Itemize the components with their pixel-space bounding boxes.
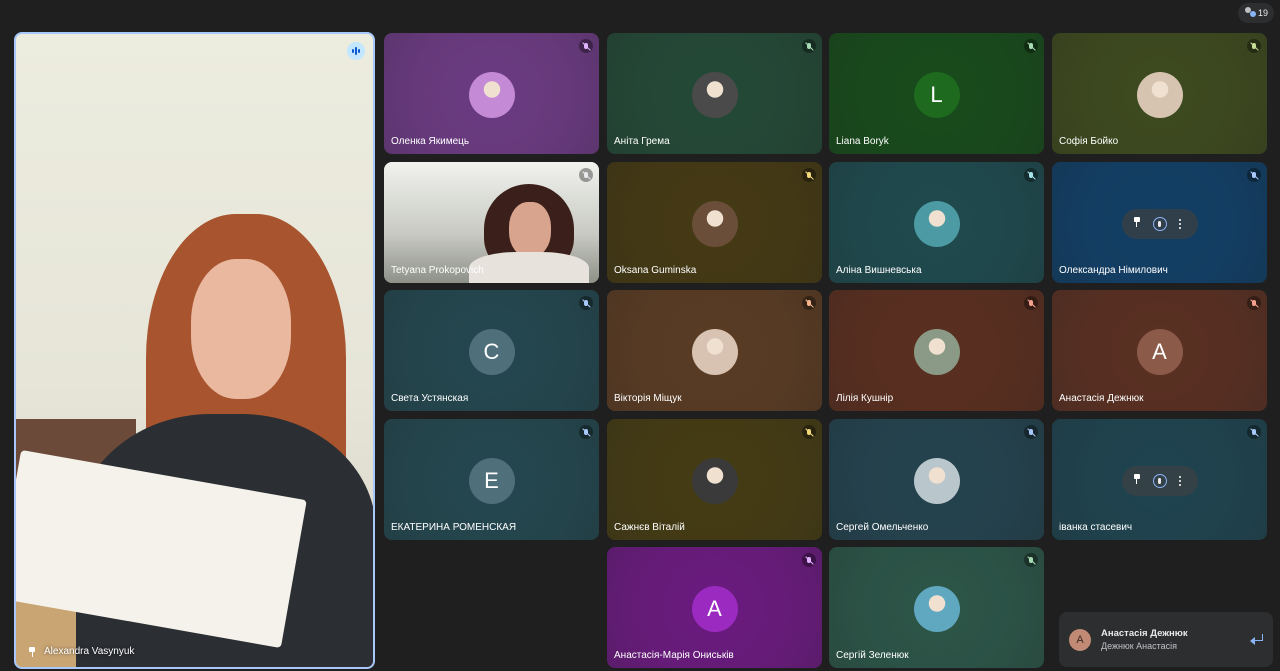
participant-tile[interactable]: Сергей Омельченко	[829, 419, 1044, 540]
participant-avatar-image	[913, 201, 960, 247]
participant-name: Сергій Зеленюк	[836, 650, 909, 661]
toast-title: Анастасія Дежнюк	[1101, 627, 1188, 639]
pin-icon	[28, 646, 36, 657]
mic-off-icon	[802, 425, 816, 439]
participant-name: Сергей Омельченко	[836, 522, 929, 533]
main-speaker-tile[interactable]: Alexandra Vasynyuk	[14, 32, 375, 669]
participants-button[interactable]: 19	[1238, 3, 1274, 23]
participant-tile[interactable]: L Liana Boryk	[829, 33, 1044, 154]
participant-name: Лілія Кушнір	[836, 393, 894, 404]
participant-name: Tetyana Prokopovich	[391, 265, 484, 276]
pin-button[interactable]	[1133, 217, 1147, 231]
tile-hover-controls	[1121, 209, 1198, 239]
mic-off-icon	[1024, 168, 1038, 182]
participant-tile[interactable]: А Анастасія Дежнюк	[1052, 290, 1267, 411]
more-options-icon[interactable]	[1173, 217, 1187, 231]
participant-name: Анастасія Дежнюк	[1059, 393, 1144, 404]
participant-tile[interactable]: E ЕКАТЕРИНА РОМЕНСКАЯ	[384, 419, 599, 540]
speaking-indicator-icon	[347, 42, 365, 60]
participant-tile[interactable]: Аліна Вишневська	[829, 162, 1044, 283]
participant-avatar-letter: C	[468, 329, 515, 375]
participant-name: ЕКАТЕРИНА РОМЕНСКАЯ	[391, 522, 517, 533]
participant-avatar-image	[691, 201, 738, 247]
mute-status-icon	[1152, 474, 1167, 488]
participant-tile[interactable]: C Света Устянская	[384, 290, 599, 411]
participant-tile[interactable]: Вікторія Міщук	[607, 290, 822, 411]
participant-avatar-image	[691, 72, 738, 118]
participant-name: Oksana Guminska	[614, 265, 697, 276]
toast-subtitle: Дежнюк Анастасія	[1101, 640, 1178, 651]
participant-name: Liana Boryk	[836, 136, 889, 147]
mic-off-icon	[1247, 296, 1261, 310]
participant-avatar-image	[913, 329, 960, 375]
people-icon	[1243, 6, 1257, 20]
participant-tile[interactable]: Сергій Зеленюк	[829, 547, 1044, 668]
participant-tile[interactable]: Софія Бойко	[1052, 33, 1267, 154]
participant-count: 19	[1257, 8, 1268, 18]
mute-status-icon	[1152, 217, 1167, 231]
participant-avatar-letter: E	[468, 458, 515, 504]
more-options-icon[interactable]	[1173, 474, 1187, 488]
participant-name: Софія Бойко	[1059, 136, 1119, 147]
mic-off-icon	[802, 296, 816, 310]
notification-toast[interactable]: А Анастасія Дежнюк Дежнюк Анастасія	[1059, 612, 1273, 667]
participant-tile[interactable]: Tetyana Prokopovich	[384, 162, 599, 283]
mic-off-icon	[802, 168, 816, 182]
mic-off-icon	[579, 425, 593, 439]
participant-tile[interactable]: Аніта Грема	[607, 33, 822, 154]
participant-name: Сажнєв Віталій	[614, 522, 685, 533]
tile-hover-controls	[1121, 466, 1198, 496]
mic-off-icon	[802, 553, 816, 567]
participant-tile[interactable]: Oksana Guminska	[607, 162, 822, 283]
participant-name: іванка стасевич	[1059, 522, 1133, 533]
mic-off-icon	[579, 168, 593, 182]
pin-button[interactable]	[1133, 474, 1147, 488]
mic-off-icon	[1024, 296, 1038, 310]
participant-tile[interactable]: А Анастасія-Марія Ониськів	[607, 547, 822, 668]
participant-name: Аніта Грема	[614, 136, 670, 147]
mic-off-icon	[579, 39, 593, 53]
participant-tile[interactable]: Лілія Кушнір	[829, 290, 1044, 411]
participant-name: Аліна Вишневська	[836, 265, 922, 276]
participant-avatar-image	[691, 329, 738, 375]
participant-name: Света Устянская	[391, 393, 469, 404]
participant-avatar-letter: А	[691, 586, 738, 632]
participant-avatar-image	[913, 586, 960, 632]
mic-off-icon	[1247, 168, 1261, 182]
speaker-video-face	[191, 259, 291, 399]
participant-avatar-letter: L	[913, 72, 960, 118]
mic-off-icon	[579, 296, 593, 310]
participant-avatar-letter: А	[1136, 329, 1183, 375]
participant-tile[interactable]: іванка стасевич	[1052, 419, 1267, 540]
mic-off-icon	[802, 39, 816, 53]
participant-avatar-image	[691, 458, 738, 504]
toast-avatar: А	[1069, 628, 1091, 651]
reply-icon[interactable]	[1249, 633, 1263, 646]
main-speaker-name: Alexandra Vasynyuk	[44, 646, 135, 657]
participant-name: Оленка Якимець	[391, 136, 470, 147]
mic-off-icon	[1024, 425, 1038, 439]
mic-off-icon	[1247, 39, 1261, 53]
mic-off-icon	[1024, 39, 1038, 53]
participant-tile[interactable]: Сажнєв Віталій	[607, 419, 822, 540]
mic-off-icon	[1247, 425, 1261, 439]
participant-name: Вікторія Міщук	[614, 393, 682, 404]
mic-off-icon	[1024, 553, 1038, 567]
participant-avatar-image	[913, 458, 960, 504]
participant-name: Олександра Німилович	[1059, 265, 1168, 276]
participant-avatar-image	[1136, 72, 1183, 118]
participant-tile[interactable]: Олександра Німилович	[1052, 162, 1267, 283]
participant-avatar-image	[468, 72, 515, 118]
participant-tile[interactable]: Оленка Якимець	[384, 33, 599, 154]
participant-name: Анастасія-Марія Ониськів	[614, 650, 734, 661]
